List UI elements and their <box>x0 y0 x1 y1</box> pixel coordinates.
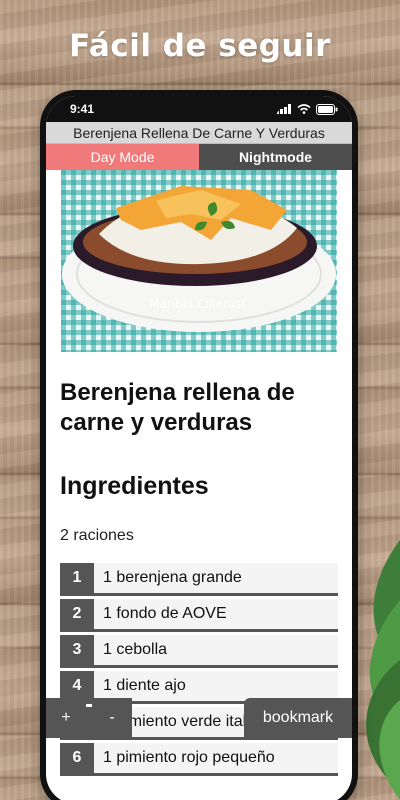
nightmode-button[interactable]: Nightmode <box>199 144 352 170</box>
bottom-controls: + - bookmark <box>46 698 352 738</box>
battery-icon <box>316 103 338 115</box>
ingredient-item: 2 1 fondo de AOVE <box>60 599 338 632</box>
photo-watermark: Maribel.Cillerosf <box>149 297 246 311</box>
app-title-bar: Berenjena Rellena De Carne Y Verduras <box>46 122 352 144</box>
ingredient-text: 1 fondo de AOVE <box>103 605 227 622</box>
phone-notch <box>118 96 280 120</box>
ingredient-text: 1 diente ajo <box>103 677 186 694</box>
ingredient-number: 6 <box>60 743 94 773</box>
status-time: 9:41 <box>70 102 95 116</box>
zoom-in-button[interactable]: + <box>46 698 86 738</box>
phone-screen: 9:41 Berenjena Rellena De Carne Y Verdur… <box>46 96 352 800</box>
ingredient-list: 1 1 berenjena grande 2 1 fondo de AOVE 3… <box>60 563 338 776</box>
ingredient-number: 4 <box>60 671 94 701</box>
ingredient-text: 1 berenjena grande <box>103 569 242 586</box>
bookmark-button[interactable]: bookmark <box>244 698 352 738</box>
recipe-photo: Maribel.Cillerosf <box>61 170 337 352</box>
promo-headline: Fácil de seguir <box>69 28 331 64</box>
ingredient-number: 1 <box>60 563 94 593</box>
ingredient-text: 1 pimiento rojo pequeño <box>103 749 275 766</box>
ingredient-text: 1 cebolla <box>103 641 168 658</box>
servings-text: 2 raciones <box>60 527 134 544</box>
zoom-out-button[interactable]: - <box>92 698 132 738</box>
day-mode-button[interactable]: Day Mode <box>46 144 199 170</box>
ingredient-number: 2 <box>60 599 94 629</box>
ingredient-item: 1 1 berenjena grande <box>60 563 338 596</box>
mode-toggle: Day Mode Nightmode <box>46 144 352 170</box>
status-bar: 9:41 <box>46 96 352 122</box>
phone-frame: 9:41 Berenjena Rellena De Carne Y Verdur… <box>40 90 358 800</box>
ingredient-item: 6 1 pimiento rojo pequeño <box>60 743 338 776</box>
ingredient-item: 3 1 cebolla <box>60 635 338 668</box>
wifi-icon <box>297 104 311 114</box>
ingredients-heading: Ingredientes <box>60 472 209 500</box>
recipe-title: Berenjena rellena de carne y verduras <box>60 379 295 436</box>
ingredient-number: 3 <box>60 635 94 665</box>
recipe-content: Maribel.Cillerosf Berenjena rellena de c… <box>46 170 352 776</box>
